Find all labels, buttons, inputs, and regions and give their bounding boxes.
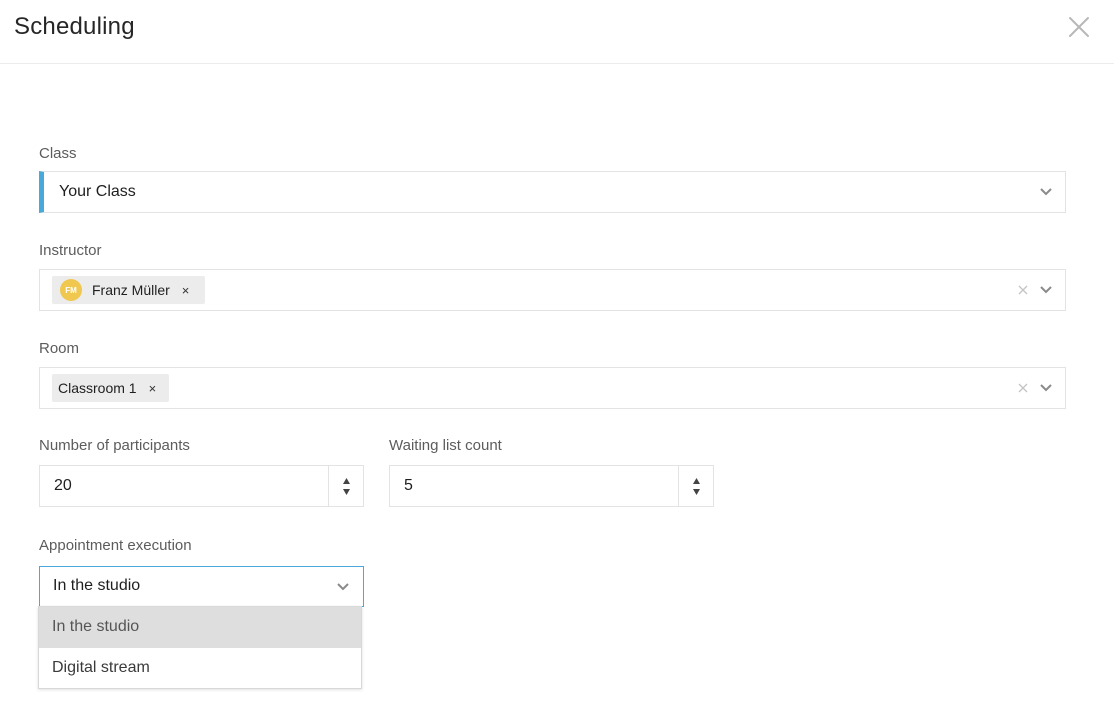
stepper-arrows-icon: [693, 478, 700, 495]
appointment-execution-value: In the studio: [53, 577, 141, 594]
class-value: Your Class: [59, 183, 136, 200]
instructor-chip: FM Franz Müller ×: [52, 276, 205, 304]
instructor-chip-label: Franz Müller: [92, 282, 170, 298]
class-label: Class: [39, 145, 77, 162]
class-select[interactable]: Your Class: [39, 171, 1066, 213]
modal-title: Scheduling: [14, 13, 135, 40]
close-icon[interactable]: [1066, 14, 1092, 40]
remove-instructor-button[interactable]: ×: [182, 283, 190, 298]
waiting-list-stepper[interactable]: [678, 466, 713, 506]
waiting-list-input[interactable]: 5: [389, 465, 714, 507]
menu-item-in-the-studio[interactable]: In the studio: [39, 607, 361, 648]
participants-value: 20: [54, 477, 72, 494]
participants-input[interactable]: 20: [39, 465, 364, 507]
appointment-execution-select[interactable]: In the studio: [39, 566, 364, 607]
waiting-list-value: 5: [404, 477, 413, 494]
appointment-execution-label: Appointment execution: [39, 537, 192, 554]
chevron-down-icon: [337, 583, 349, 591]
room-label: Room: [39, 340, 80, 357]
stepper-arrows-icon: [343, 478, 350, 495]
clear-icon[interactable]: [1017, 284, 1029, 296]
participants-stepper[interactable]: [328, 466, 363, 506]
appointment-execution-menu: In the studio Digital stream: [38, 606, 362, 689]
chevron-down-icon: [1040, 188, 1052, 196]
participants-label: Number of participants: [39, 437, 190, 454]
chevron-down-icon[interactable]: [1039, 382, 1053, 394]
remove-room-button[interactable]: ×: [149, 381, 157, 396]
room-chip: Classroom 1 ×: [52, 374, 169, 402]
chevron-down-icon[interactable]: [1039, 284, 1053, 296]
scheduling-modal: Scheduling Class Your Class Instructor F…: [0, 0, 1114, 706]
room-chip-label: Classroom 1: [58, 380, 137, 396]
modal-header: Scheduling: [0, 0, 1114, 64]
room-select[interactable]: Classroom 1 ×: [39, 367, 1066, 409]
instructor-select[interactable]: FM Franz Müller ×: [39, 269, 1066, 311]
waiting-list-label: Waiting list count: [389, 437, 502, 454]
menu-item-digital-stream[interactable]: Digital stream: [39, 648, 361, 689]
instructor-label: Instructor: [39, 242, 102, 259]
avatar: FM: [60, 279, 82, 301]
clear-icon[interactable]: [1017, 382, 1029, 394]
